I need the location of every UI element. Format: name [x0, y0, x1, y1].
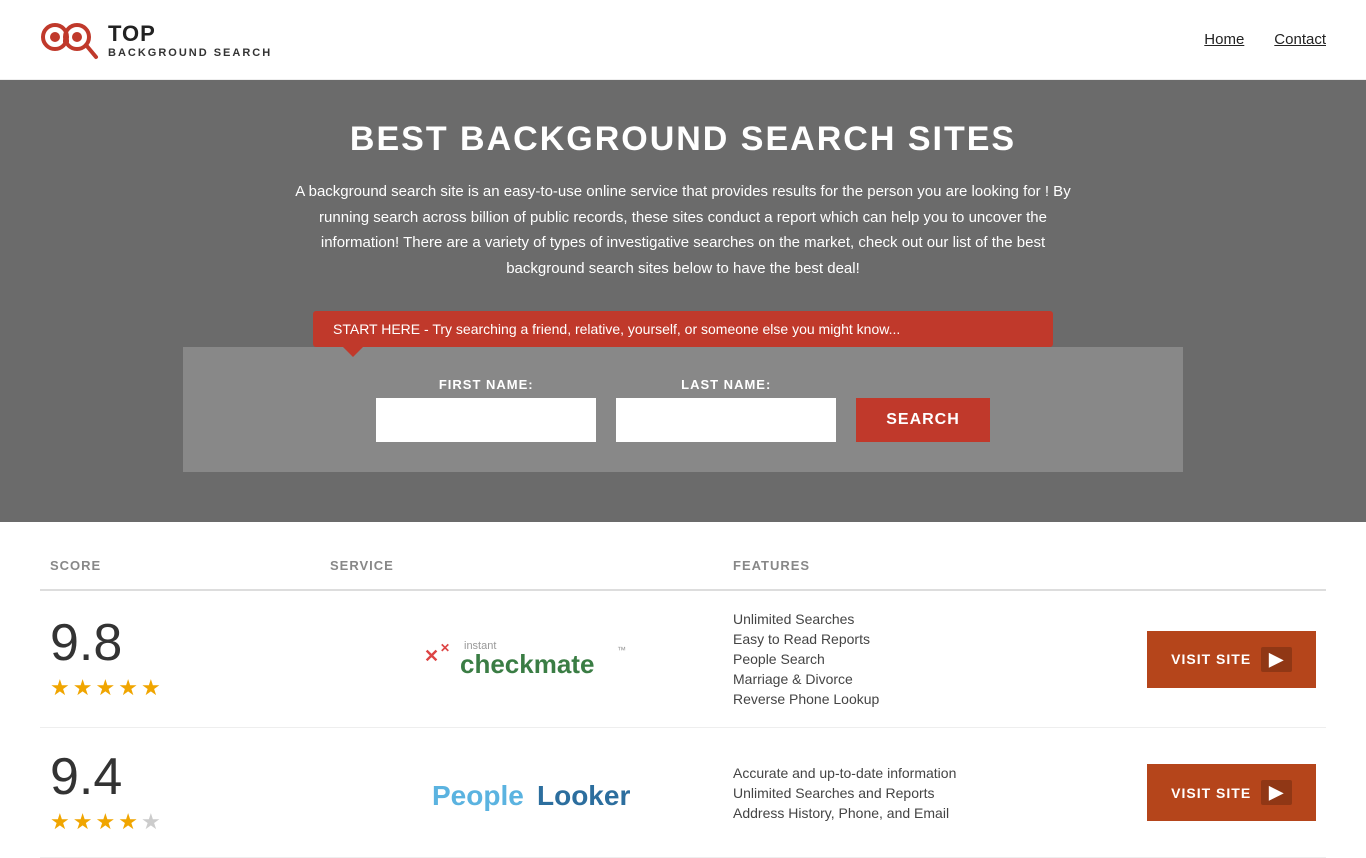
col-service: SERVICE: [330, 558, 733, 573]
features-col-2: Accurate and up-to-date information Unli…: [733, 765, 1136, 821]
search-form: FIRST NAME: LAST NAME: SEARCH: [203, 377, 1163, 442]
last-name-group: LAST NAME:: [616, 377, 836, 442]
logo-sub-text: BACKGROUND SEARCH: [108, 47, 272, 59]
service-logo-col-2: People Looker: [330, 763, 733, 823]
star-2-1: ★: [50, 809, 70, 835]
visit-col-2: VISIT SITE ▶: [1136, 764, 1316, 821]
feature-1-1: Unlimited Searches: [733, 611, 1136, 627]
table-row: 9.8 ★ ★ ★ ★ ★ ✕ ✕ in: [40, 591, 1326, 728]
score-number-2: 9.4: [50, 751, 122, 803]
logo: TOP BACKGROUND SEARCH: [40, 15, 272, 65]
search-banner: START HERE - Try searching a friend, rel…: [313, 311, 1053, 347]
feature-1-3: People Search: [733, 651, 1136, 667]
star-1: ★: [50, 675, 70, 701]
star-2-5: ★: [141, 809, 161, 835]
service-logo-col-1: ✕ ✕ instant checkmate ™: [330, 629, 733, 689]
visit-button-1[interactable]: VISIT SITE ▶: [1147, 631, 1316, 688]
svg-text:™: ™: [617, 645, 626, 655]
col-action: [1136, 558, 1316, 573]
star-5: ★: [141, 675, 161, 701]
svg-text:✕: ✕: [440, 641, 450, 655]
feature-1-5: Reverse Phone Lookup: [733, 691, 1136, 707]
last-name-input[interactable]: [616, 398, 836, 442]
checkmate-svg: ✕ ✕ instant checkmate ™: [422, 629, 642, 689]
first-name-input[interactable]: [376, 398, 596, 442]
feature-2-3: Address History, Phone, and Email: [733, 805, 1136, 821]
visit-arrow-2: ▶: [1261, 780, 1292, 805]
star-2-4: ★: [118, 809, 138, 835]
main-nav: Home Contact: [1204, 31, 1326, 48]
peoplelooker-svg: People Looker: [422, 763, 642, 823]
table-header: SCORE SERVICE FEATURES: [40, 542, 1326, 591]
svg-text:Looker: Looker: [537, 780, 630, 811]
first-name-label: FIRST NAME:: [376, 377, 596, 392]
hero-section: BEST BACKGROUND SEARCH SITES A backgroun…: [0, 80, 1366, 522]
stars-2: ★ ★ ★ ★ ★: [50, 809, 161, 835]
logo-top-text: TOP: [108, 21, 272, 47]
hero-description: A background search site is an easy-to-u…: [283, 179, 1083, 281]
visit-button-2[interactable]: VISIT SITE ▶: [1147, 764, 1316, 821]
checkmate-logo: ✕ ✕ instant checkmate ™: [422, 629, 642, 689]
header: TOP BACKGROUND SEARCH Home Contact: [0, 0, 1366, 80]
peoplelooker-logo: People Looker: [422, 763, 642, 823]
col-features: FEATURES: [733, 558, 1136, 573]
star-3: ★: [95, 675, 115, 701]
feature-2-1: Accurate and up-to-date information: [733, 765, 1136, 781]
visit-col-1: VISIT SITE ▶: [1136, 631, 1316, 688]
svg-text:checkmate: checkmate: [460, 649, 594, 679]
svg-text:People: People: [432, 780, 524, 811]
feature-1-4: Marriage & Divorce: [733, 671, 1136, 687]
logo-icon: [40, 15, 100, 65]
score-col-1: 9.8 ★ ★ ★ ★ ★: [50, 617, 330, 701]
star-2-2: ★: [73, 809, 93, 835]
nav-contact[interactable]: Contact: [1274, 31, 1326, 48]
visit-arrow-1: ▶: [1261, 647, 1292, 672]
star-2-3: ★: [95, 809, 115, 835]
table-row: 9.4 ★ ★ ★ ★ ★ People Looker Accurate and…: [40, 728, 1326, 858]
feature-1-2: Easy to Read Reports: [733, 631, 1136, 647]
search-form-container: FIRST NAME: LAST NAME: SEARCH: [183, 347, 1183, 472]
score-number-1: 9.8: [50, 617, 122, 669]
nav-home[interactable]: Home: [1204, 31, 1244, 48]
hero-title: BEST BACKGROUND SEARCH SITES: [20, 120, 1346, 159]
stars-1: ★ ★ ★ ★ ★: [50, 675, 161, 701]
first-name-group: FIRST NAME:: [376, 377, 596, 442]
results-table: SCORE SERVICE FEATURES 9.8 ★ ★ ★ ★ ★: [0, 542, 1366, 858]
feature-2-2: Unlimited Searches and Reports: [733, 785, 1136, 801]
star-4: ★: [118, 675, 138, 701]
last-name-label: LAST NAME:: [616, 377, 836, 392]
features-col-1: Unlimited Searches Easy to Read Reports …: [733, 611, 1136, 707]
svg-text:✕: ✕: [424, 646, 439, 666]
score-col-2: 9.4 ★ ★ ★ ★ ★: [50, 751, 330, 835]
search-button[interactable]: SEARCH: [856, 398, 990, 442]
col-score: SCORE: [50, 558, 330, 573]
logo-text: TOP BACKGROUND SEARCH: [108, 21, 272, 59]
star-2: ★: [73, 675, 93, 701]
